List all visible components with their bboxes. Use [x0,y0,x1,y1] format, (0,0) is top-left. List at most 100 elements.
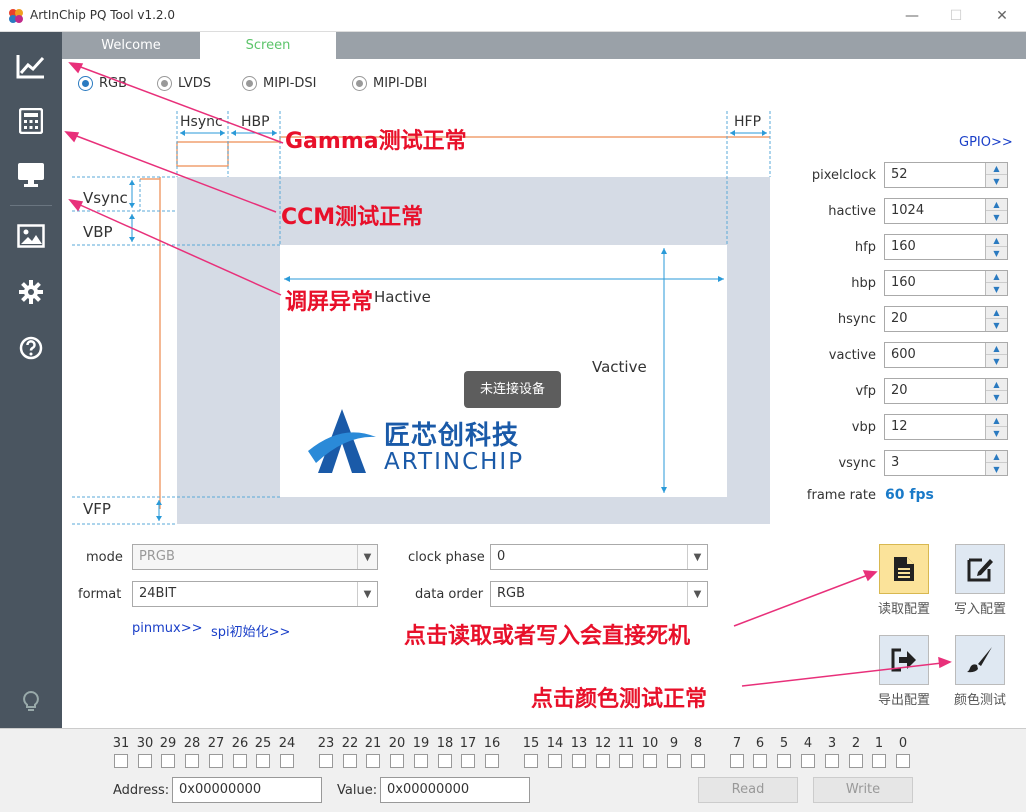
bit-checkbox[interactable] [730,754,744,768]
spin-buttons: ▲ ▼ [985,235,1007,259]
bit-checkbox[interactable] [872,754,886,768]
sidebar-item-ccm[interactable] [0,95,62,147]
sidebar-item-gamma[interactable] [0,40,62,92]
value-input[interactable]: 0x00000000 [380,777,530,803]
bit-checkbox[interactable] [825,754,839,768]
spin-down-icon[interactable]: ▼ [986,283,1007,295]
close-icon[interactable]: ✕ [990,4,1014,28]
spin-up-icon[interactable]: ▲ [986,271,1007,283]
sidebar-item-tips[interactable] [0,676,62,728]
bit-checkbox[interactable] [114,754,128,768]
sidebar-item-image[interactable] [0,210,62,262]
bit-checkbox[interactable] [691,754,705,768]
bit-checkbox[interactable] [185,754,199,768]
bit-checkbox[interactable] [485,754,499,768]
sidebar-item-help[interactable] [0,322,62,374]
bit-checkbox[interactable] [138,754,152,768]
write-config-button[interactable] [955,544,1005,594]
bit-checkbox[interactable] [280,754,294,768]
bit-checkbox[interactable] [777,754,791,768]
hactive-spinbox[interactable]: 1024 ▲ ▼ [884,198,1008,224]
spin-up-icon[interactable]: ▲ [986,415,1007,427]
spin-down-icon[interactable]: ▼ [986,427,1007,439]
paintbrush-icon [967,647,992,673]
spin-up-icon[interactable]: ▲ [986,163,1007,175]
spin-down-icon[interactable]: ▼ [986,463,1007,475]
bit-checkbox[interactable] [572,754,586,768]
spin-down-icon[interactable]: ▼ [986,355,1007,367]
minimize-icon[interactable]: — [900,4,924,28]
bit-checkbox[interactable] [524,754,538,768]
bit-checkbox[interactable] [896,754,910,768]
bit-checkbox[interactable] [390,754,404,768]
color-test-button[interactable] [955,635,1005,685]
write-button[interactable]: Write [813,777,913,803]
hsync-spinbox[interactable]: 20 ▲ ▼ [884,306,1008,332]
bit-checkbox[interactable] [209,754,223,768]
hbp-label: HBP [241,114,270,130]
clock-phase-select[interactable]: 0 ▼ [490,544,708,570]
spin-up-icon[interactable]: ▲ [986,343,1007,355]
spin-down-icon[interactable]: ▼ [986,211,1007,223]
read-config-button[interactable] [879,544,929,594]
spin-value: 52 [891,167,908,182]
bit-checkbox[interactable] [233,754,247,768]
bit-checkbox[interactable] [849,754,863,768]
bit-checkbox[interactable] [753,754,767,768]
read-button[interactable]: Read [698,777,798,803]
annotation-gamma: Gamma测试正常 [285,129,467,154]
hbp-spinbox[interactable]: 160 ▲ ▼ [884,270,1008,296]
bit-checkbox[interactable] [596,754,610,768]
lightbulb-icon [23,691,39,711]
data-order-select[interactable]: RGB ▼ [490,581,708,607]
pinmux-link[interactable]: pinmux>> [132,621,202,636]
vsync-spinbox[interactable]: 3 ▲ ▼ [884,450,1008,476]
spin-up-icon[interactable]: ▲ [986,379,1007,391]
pixelclock-spinbox[interactable]: 52 ▲ ▼ [884,162,1008,188]
tab-screen[interactable]: Screen [200,32,336,59]
spin-down-icon[interactable]: ▼ [986,175,1007,187]
spin-up-icon[interactable]: ▲ [986,307,1007,319]
bit-number: 5 [779,736,789,751]
vactive-spinbox[interactable]: 600 ▲ ▼ [884,342,1008,368]
mode-select[interactable]: PRGB ▼ [132,544,378,570]
bit-checkbox[interactable] [414,754,428,768]
spin-up-icon[interactable]: ▲ [986,235,1007,247]
logo-text-cn: 匠芯创科技 [384,421,520,451]
bit-checkbox[interactable] [801,754,815,768]
bit-checkbox[interactable] [438,754,452,768]
spin-down-icon[interactable]: ▼ [986,319,1007,331]
address-input[interactable]: 0x00000000 [172,777,322,803]
bit-checkbox[interactable] [161,754,175,768]
hfp-spinbox[interactable]: 160 ▲ ▼ [884,234,1008,260]
spin-up-icon[interactable]: ▲ [986,199,1007,211]
vfp-spinbox[interactable]: 20 ▲ ▼ [884,378,1008,404]
gpio-link[interactable]: GPIO>> [959,135,1013,150]
tab-welcome[interactable]: Welcome [62,32,200,59]
bit-checkbox[interactable] [366,754,380,768]
spin-down-icon[interactable]: ▼ [986,391,1007,403]
bit-checkbox[interactable] [619,754,633,768]
sidebar-item-screen[interactable] [0,149,62,201]
spi-init-link[interactable]: spi初始化>> [211,621,290,640]
bit-number: 18 [436,736,454,751]
export-config-button[interactable] [879,635,929,685]
tab-close-icon[interactable]: ✕ [318,36,331,54]
bit-checkbox[interactable] [256,754,270,768]
frame-rate-label: frame rate [806,488,876,503]
format-select[interactable]: 24BIT ▼ [132,581,378,607]
bit-checkbox[interactable] [643,754,657,768]
spin-up-icon[interactable]: ▲ [986,451,1007,463]
bit-checkbox[interactable] [319,754,333,768]
bit-checkbox[interactable] [343,754,357,768]
bit-checkbox[interactable] [548,754,562,768]
vbp-spinbox[interactable]: 12 ▲ ▼ [884,414,1008,440]
sidebar-item-settings[interactable] [0,266,62,318]
maximize-icon[interactable]: ☐ [944,4,968,28]
clock-phase-value: 0 [497,549,506,564]
spin-down-icon[interactable]: ▼ [986,247,1007,259]
bit-checkbox[interactable] [667,754,681,768]
spin-buttons: ▲ ▼ [985,271,1007,295]
annotation-readwrite: 点击读取或者写入会直接死机 [404,624,691,649]
bit-checkbox[interactable] [461,754,475,768]
